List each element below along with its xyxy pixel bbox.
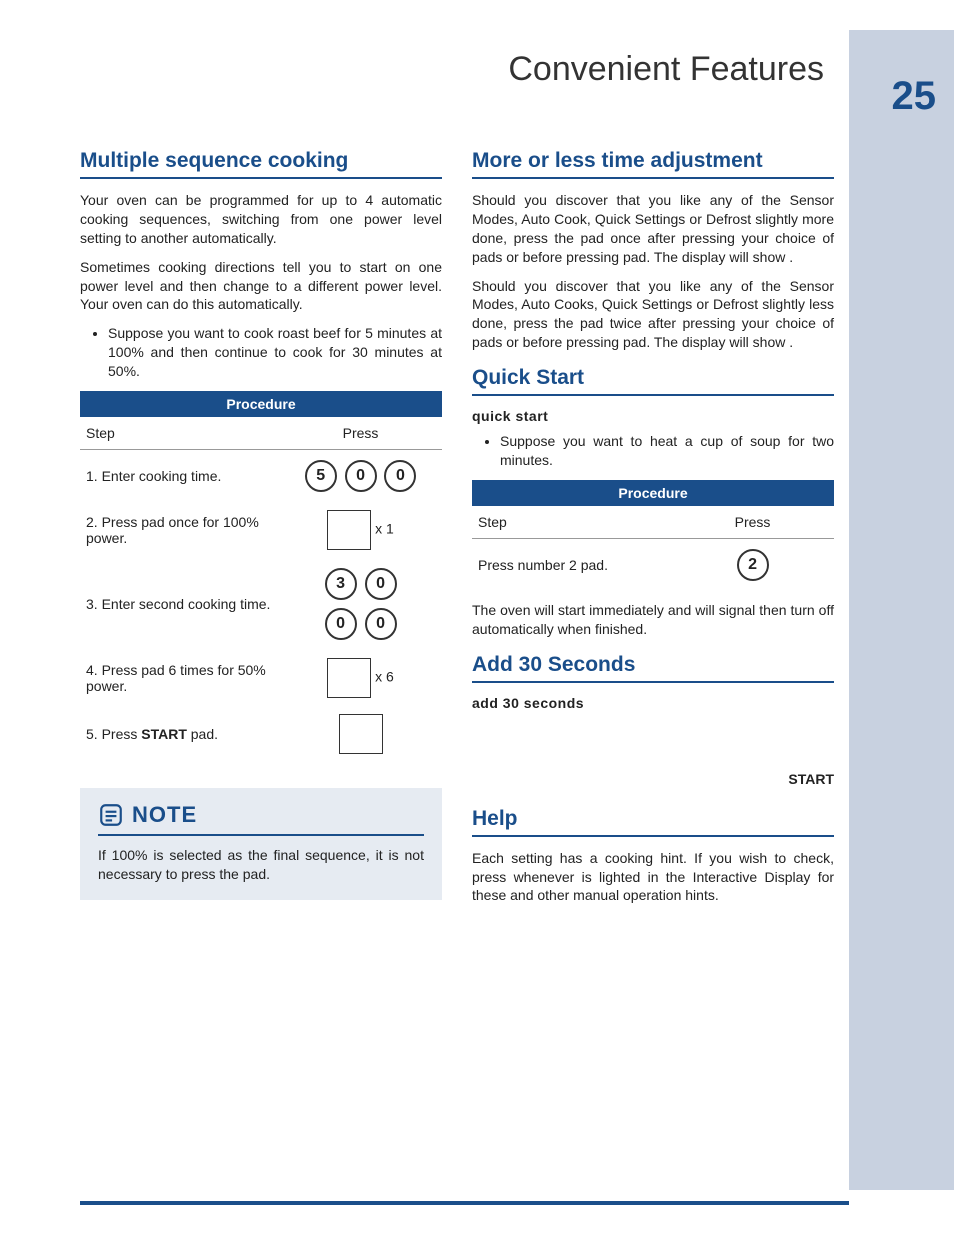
paragraph: The oven will start immediately and will…	[472, 601, 834, 639]
left-column: Multiple sequence cooking Your oven can …	[80, 149, 442, 915]
step-text: 5. Press START pad.	[80, 706, 279, 762]
text: .	[789, 249, 793, 265]
pad-rect-icon	[327, 510, 371, 550]
procedure-table: Step Press 1. Enter cooking time. 5 0 0 …	[80, 417, 442, 762]
press-cell: 2	[671, 538, 834, 591]
page-title: Convenient Features	[0, 50, 954, 89]
col-press: Press	[671, 506, 834, 539]
col-step: Step	[472, 506, 671, 539]
procedure-table: Step Press Press number 2 pad. 2	[472, 506, 834, 591]
bullet-item: Suppose you want to cook roast beef for …	[108, 324, 442, 381]
text-bold: START	[141, 726, 187, 742]
subheading: quick start	[472, 408, 834, 424]
keypad-0-icon: 0	[325, 608, 357, 640]
paragraph: Should you discover that you like any of…	[472, 191, 834, 267]
right-column: More or less time adjustment Should you …	[472, 149, 834, 915]
table-row: 5. Press START pad.	[80, 706, 442, 762]
text: 5. Press	[86, 726, 141, 742]
press-cell: 3 0 0 0	[279, 558, 442, 650]
keypad-0-icon: 0	[365, 568, 397, 600]
paragraph: Your oven can be programmed for up to 4 …	[80, 191, 442, 248]
keypad-0-icon: 0	[384, 460, 416, 492]
step-text: Press number 2 pad.	[472, 538, 671, 591]
procedure-header: Procedure	[472, 480, 834, 506]
text: pad.	[243, 866, 270, 882]
text: pad. The display will show	[623, 334, 789, 350]
note-header: NOTE	[98, 802, 424, 836]
bullet-list: Suppose you want to cook roast beef for …	[108, 324, 442, 381]
table-row: 3. Enter second cooking time. 3 0 0 0	[80, 558, 442, 650]
pad-rect-icon	[327, 658, 371, 698]
note-callout: NOTE If 100% is selected as the final se…	[80, 788, 442, 900]
keypad-0-icon: 0	[345, 460, 377, 492]
press-cell: x 1	[279, 502, 442, 558]
note-icon	[98, 802, 124, 828]
table-row: Press number 2 pad. 2	[472, 538, 834, 591]
bullet-list: Suppose you want to heat a cup of soup f…	[500, 432, 834, 470]
text: 2. Press	[86, 514, 141, 530]
footer-rule	[80, 1201, 849, 1205]
heading-add-30: Add 30 Seconds	[472, 653, 834, 683]
table-header-row: Step Press	[80, 417, 442, 450]
multiplier: x 1	[375, 521, 394, 537]
text: pad. The display will show	[623, 249, 789, 265]
paragraph: Should you discover that you like any of…	[472, 277, 834, 353]
table-row: 1. Enter cooking time. 5 0 0	[80, 450, 442, 503]
table-header-row: Step Press	[472, 506, 834, 539]
text: .	[789, 334, 793, 350]
press-cell: 5 0 0	[279, 450, 442, 503]
text: pad.	[187, 726, 218, 742]
step-text: 4. Press pad 6 times for 50% power.	[80, 650, 279, 706]
text: 4. Press	[86, 662, 141, 678]
start-label: START	[472, 771, 834, 787]
keypad-5-icon: 5	[305, 460, 337, 492]
paragraph: Sometimes cooking directions tell you to…	[80, 258, 442, 315]
keypad-3-icon: 3	[325, 568, 357, 600]
paragraph: Each setting has a cooking hint. If you …	[472, 849, 834, 906]
heading-quick-start: Quick Start	[472, 366, 834, 396]
step-text: 1. Enter cooking time.	[80, 450, 279, 503]
note-label: NOTE	[132, 802, 197, 828]
press-cell: x 6	[279, 650, 442, 706]
step-text: 3. Enter second cooking time.	[80, 558, 279, 650]
table-row: 4. Press pad 6 times for 50% power. x 6	[80, 650, 442, 706]
heading-more-less: More or less time adjustment	[472, 149, 834, 179]
heading-help: Help	[472, 807, 834, 837]
pad-rect-icon	[339, 714, 383, 754]
heading-multiple-sequence: Multiple sequence cooking	[80, 149, 442, 179]
table-row: 2. Press pad once for 100% power. x 1	[80, 502, 442, 558]
margin-tab: 25	[849, 30, 954, 1190]
step-text: 2. Press pad once for 100% power.	[80, 502, 279, 558]
keypad-0-icon: 0	[365, 608, 397, 640]
col-step: Step	[80, 417, 279, 450]
page-number: 25	[892, 74, 937, 119]
page: 25 Convenient Features Multiple sequence…	[0, 0, 954, 1235]
press-cell	[279, 706, 442, 762]
col-press: Press	[279, 417, 442, 450]
content-columns: Multiple sequence cooking Your oven can …	[0, 149, 954, 915]
bullet-item: Suppose you want to heat a cup of soup f…	[500, 432, 834, 470]
keypad-2-icon: 2	[737, 549, 769, 581]
procedure-header: Procedure	[80, 391, 442, 417]
multiplier: x 6	[375, 669, 394, 685]
note-body: If 100% is selected as the final sequenc…	[98, 846, 424, 884]
text: whenever	[514, 869, 582, 885]
subheading: add 30 seconds	[472, 695, 834, 711]
